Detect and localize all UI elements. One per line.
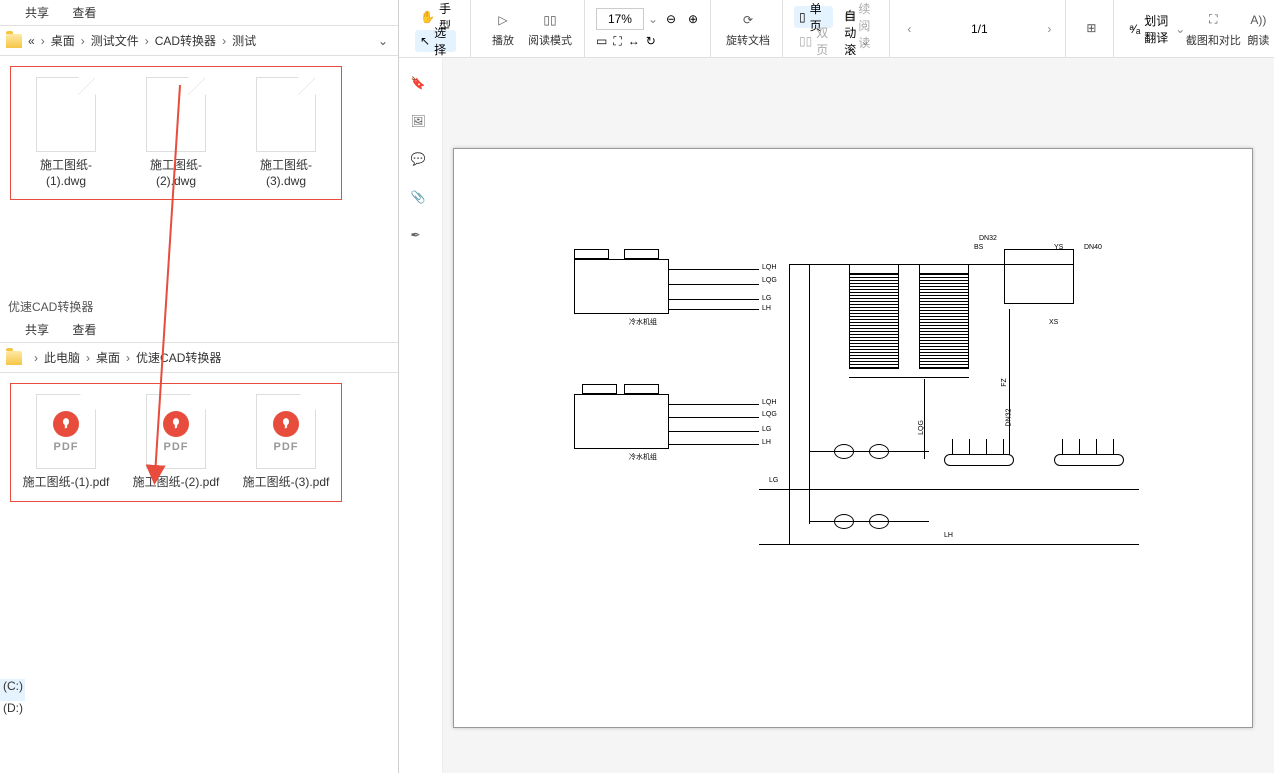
- book-icon: ▯▯: [540, 10, 560, 30]
- speaker-icon: A)): [1248, 10, 1268, 30]
- signature-icon[interactable]: ✒: [411, 228, 431, 248]
- pdf-viewer: ✋手型 ↖选择 ▷播放 ▯▯阅读模式 17%⌄ ⊖ ⊕ ▭ ⛶ ↔ ↻: [398, 0, 1274, 773]
- dwg-file-icon: [256, 77, 316, 152]
- file-name: 施工图纸-(1).pdf: [21, 475, 111, 491]
- explorer-window-2: 优速CAD转换器 共享 查看 › 此电脑› 桌面› 优速CAD转换器 PDF 施…: [0, 295, 398, 675]
- file-selection: PDF 施工图纸-(1).pdf PDF 施工图纸-(2).pdf PDF: [10, 383, 342, 502]
- translate-icon: ᵃ⁄ₐ: [1129, 22, 1140, 36]
- file-name: 施工图纸-(1).dwg: [21, 158, 111, 189]
- double-page-icon: ▯▯: [799, 34, 812, 48]
- screenshot-button[interactable]: ⛶截图和对比: [1189, 0, 1237, 57]
- file-name: 施工图纸-(2).dwg: [131, 158, 221, 189]
- zoom-in-icon[interactable]: ⊕: [684, 10, 702, 28]
- dwg-file-icon: [36, 77, 96, 152]
- reflow-icon[interactable]: ↻: [646, 34, 656, 49]
- hand-icon: ✋: [420, 10, 435, 24]
- file-item[interactable]: 施工图纸-(3).dwg: [241, 77, 331, 189]
- file-item[interactable]: PDF 施工图纸-(3).pdf: [241, 394, 331, 491]
- breadcrumb[interactable]: « › 桌面› 测试文件› CAD转换器› 测试 ⌄: [0, 26, 398, 56]
- breadcrumb-item[interactable]: 优速CAD转换器: [136, 349, 221, 366]
- pdf-label: PDF: [164, 441, 189, 453]
- file-item[interactable]: 施工图纸-(1).dwg: [21, 77, 111, 189]
- breadcrumb-item[interactable]: 桌面: [51, 32, 75, 49]
- drive-c[interactable]: (C:): [0, 679, 25, 701]
- pdf-file-icon: PDF: [146, 394, 206, 469]
- pdf-label: PDF: [54, 441, 79, 453]
- comment-icon[interactable]: 💬: [411, 152, 431, 172]
- toolbar: ✋手型 ↖选择 ▷播放 ▯▯阅读模式 17%⌄ ⊖ ⊕ ▭ ⛶ ↔ ↻: [399, 0, 1274, 58]
- actual-size-icon[interactable]: ↔: [628, 34, 640, 49]
- zoom-value[interactable]: 17%: [596, 8, 644, 30]
- file-item[interactable]: 施工图纸-(2).dwg: [131, 77, 221, 189]
- double-page[interactable]: ▯▯双页: [794, 30, 833, 52]
- breadcrumb-item[interactable]: 桌面: [96, 349, 120, 366]
- breadcrumb-item[interactable]: 此电脑: [44, 349, 80, 366]
- attachment-icon[interactable]: 📎: [411, 190, 431, 210]
- single-page-icon: ▯: [799, 10, 806, 24]
- menu-share[interactable]: 共享: [25, 6, 49, 20]
- play-icon: ▷: [493, 10, 513, 30]
- rotate-icon: ⟳: [738, 10, 758, 30]
- file-item[interactable]: PDF 施工图纸-(2).pdf: [131, 394, 221, 491]
- breadcrumb-item[interactable]: 测试文件: [91, 32, 139, 49]
- window-title: 优速CAD转换器: [0, 295, 398, 317]
- next-page[interactable]: ›: [1041, 15, 1057, 43]
- pdf-file-icon: PDF: [36, 394, 96, 469]
- file-item[interactable]: PDF 施工图纸-(1).pdf: [21, 394, 111, 491]
- menu-view[interactable]: 查看: [72, 6, 96, 20]
- select-tool[interactable]: ↖选择: [415, 30, 456, 52]
- menu-bar: 共享 查看: [0, 0, 398, 25]
- folder-icon: [6, 351, 22, 365]
- breadcrumb[interactable]: › 此电脑› 桌面› 优速CAD转换器: [0, 343, 398, 373]
- translate-button[interactable]: ᵃ⁄ₐ划词翻译⌄: [1125, 0, 1189, 57]
- breadcrumb-item[interactable]: 测试: [232, 32, 256, 49]
- cursor-icon: ↖: [420, 34, 430, 48]
- rotate-button[interactable]: ⟳旋转文档: [722, 0, 774, 57]
- file-name: 施工图纸-(2).pdf: [131, 475, 221, 491]
- read-aloud-button[interactable]: A))朗读: [1237, 0, 1274, 57]
- pdf-page: 冷水机组 冷水机组 LQH LQG LG LH LQH LQG: [453, 148, 1253, 728]
- auto-scroll[interactable]: 自动滚动⌄: [839, 30, 875, 52]
- read-mode-button[interactable]: ▯▯阅读模式: [524, 0, 576, 57]
- file-name: 施工图纸-(3).pdf: [241, 475, 331, 491]
- side-panel: 🔖 🖼 💬 📎 ✒: [399, 58, 443, 773]
- screenshot-icon: ⛶: [1203, 10, 1223, 30]
- file-name: 施工图纸-(3).dwg: [241, 158, 331, 189]
- fit-page-icon[interactable]: ⛶: [613, 34, 621, 49]
- folder-icon: [6, 34, 22, 48]
- cad-diagram: 冷水机组 冷水机组 LQH LQG LG LH LQH LQG: [574, 249, 1242, 627]
- menu-view[interactable]: 查看: [72, 323, 96, 337]
- image-icon[interactable]: 🖼: [411, 114, 431, 134]
- page-number[interactable]: 1/1: [929, 22, 1029, 36]
- chevron-down-icon[interactable]: ⌄: [378, 34, 388, 48]
- menu-share[interactable]: 共享: [25, 323, 49, 337]
- pdf-label: PDF: [274, 441, 299, 453]
- fit-width-icon[interactable]: ▭: [596, 34, 607, 49]
- pdf-canvas[interactable]: 冷水机组 冷水机组 LQH LQG LG LH LQH LQG: [443, 58, 1274, 773]
- file-selection: 施工图纸-(1).dwg 施工图纸-(2).dwg 施工图纸-(3).dwg: [10, 66, 342, 200]
- prev-page[interactable]: ‹: [901, 15, 917, 43]
- drive-d[interactable]: (D:): [0, 701, 25, 723]
- dwg-file-icon: [146, 77, 206, 152]
- bookmark-icon[interactable]: 🔖: [411, 76, 431, 96]
- explorer-window-1: 共享 查看 « › 桌面› 测试文件› CAD转换器› 测试 ⌄ 施工图纸-(1…: [0, 0, 398, 295]
- breadcrumb-prefix: «: [28, 34, 35, 48]
- play-button[interactable]: ▷播放: [482, 0, 524, 57]
- separator-icon: ⊞: [1077, 0, 1105, 57]
- breadcrumb-item[interactable]: CAD转换器: [155, 32, 216, 49]
- menu-bar: 共享 查看: [0, 317, 398, 342]
- pdf-file-icon: PDF: [256, 394, 316, 469]
- zoom-out-icon[interactable]: ⊖: [662, 10, 680, 28]
